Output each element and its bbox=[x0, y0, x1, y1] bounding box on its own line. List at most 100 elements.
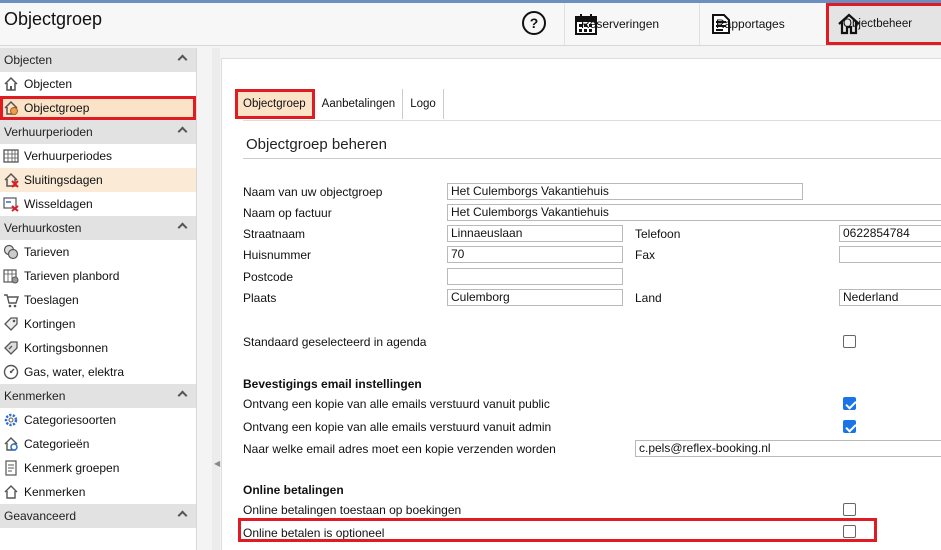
email-admin-label: Ontvang een kopie van alle emails verstu… bbox=[243, 420, 552, 434]
email-addr-label: Naar welke email adres moet een kopie ve… bbox=[243, 442, 556, 456]
sidebar-item-sluitingsdagen[interactable]: Sluitingsdagen bbox=[0, 168, 196, 192]
sidebar: Objecten Objecten Objectgroep Verhuurper… bbox=[0, 48, 197, 550]
sidebar-item-verhuurperiodes[interactable]: Verhuurperiodes bbox=[0, 144, 196, 168]
huisnummer-input[interactable]: 70 bbox=[447, 246, 623, 263]
sidebar-item-toeslagen[interactable]: Toeslagen bbox=[0, 288, 196, 312]
telefoon-label: Telefoon bbox=[635, 227, 681, 241]
house-globe-icon bbox=[4, 100, 18, 115]
document-icon bbox=[5, 460, 17, 476]
sidebar-item-label: Categorieën bbox=[24, 437, 90, 451]
standaard-label: Standaard geselecteerd in agenda bbox=[243, 335, 427, 349]
sidebar-item-label: Kenmerk groepen bbox=[24, 461, 120, 475]
chevron-up-icon bbox=[177, 126, 188, 137]
help-button[interactable]: ? bbox=[522, 11, 546, 35]
straat-input[interactable]: Linnaeuslaan bbox=[447, 225, 623, 242]
calendar-coins-icon bbox=[3, 269, 19, 284]
tab-logo[interactable]: Logo bbox=[403, 89, 444, 119]
fax-input[interactable] bbox=[839, 246, 941, 263]
sidebar-item-label: Verhuurperiodes bbox=[24, 149, 113, 163]
sidebar-item-tarieven[interactable]: Tarieven bbox=[0, 240, 196, 264]
email-addr-input[interactable]: c.pels@reflex-booking.nl bbox=[635, 440, 941, 457]
tab-objectgroep[interactable]: Objectgroep bbox=[235, 89, 315, 119]
sidebar-section-verhuurkosten[interactable]: Verhuurkosten bbox=[0, 216, 196, 240]
plaats-input[interactable]: Culemborg bbox=[447, 289, 623, 306]
factuur-input[interactable]: Het Culemborgs Vakantiehuis bbox=[447, 204, 941, 221]
chevron-up-icon bbox=[177, 390, 188, 401]
naam-input[interactable]: Het Culemborgs Vakantiehuis bbox=[447, 183, 803, 200]
email-public-checkbox[interactable] bbox=[843, 397, 856, 410]
sidebar-section-objecten[interactable]: Objecten bbox=[0, 48, 196, 72]
sidebar-item-objecten[interactable]: Objecten bbox=[0, 72, 196, 96]
nav-objectbeheer-label: Objectbeheer bbox=[843, 18, 913, 30]
postcode-label: Postcode bbox=[243, 270, 294, 284]
page-title: Objectgroep bbox=[4, 9, 103, 29]
sidebar-item-label: Tarieven bbox=[24, 245, 70, 259]
house-outline-icon bbox=[4, 485, 18, 499]
sidebar-item-label: Kenmerken bbox=[24, 485, 86, 499]
chevron-up-icon bbox=[177, 54, 188, 65]
coins-icon bbox=[3, 244, 19, 260]
section-label: Geavanceerd bbox=[4, 509, 77, 523]
standaard-checkbox[interactable] bbox=[843, 335, 856, 348]
telefoon-input[interactable]: 0622854784 bbox=[839, 225, 941, 242]
straat-label: Straatnaam bbox=[243, 227, 306, 241]
sidebar-item-label: Kortingsbonnen bbox=[24, 341, 109, 355]
house-gear-icon bbox=[4, 437, 18, 451]
section-label: Objecten bbox=[4, 53, 53, 67]
sidebar-item-kortingsbonnen[interactable]: Kortingsbonnen bbox=[0, 336, 196, 360]
sidebar-collapse-handle[interactable] bbox=[212, 48, 220, 550]
section-title: Objectgroep beheren bbox=[246, 136, 387, 153]
tab-aanbetalingen[interactable]: Aanbetalingen bbox=[315, 89, 404, 119]
email-admin-checkbox[interactable] bbox=[843, 420, 856, 433]
sidebar-item-label: Tarieven planbord bbox=[24, 269, 120, 283]
plaats-label: Plaats bbox=[243, 291, 277, 305]
land-select[interactable]: Nederland bbox=[839, 289, 941, 306]
house-closed-icon bbox=[4, 172, 19, 188]
sidebar-item-label: Objecten bbox=[24, 77, 73, 91]
sidebar-item-kenmerken[interactable]: Kenmerken bbox=[0, 480, 196, 504]
sidebar-item-categorieen[interactable]: Categorieën bbox=[0, 432, 196, 456]
section-divider bbox=[243, 158, 941, 159]
sidebar-section-verhuurperioden[interactable]: Verhuurperioden bbox=[0, 120, 196, 144]
sidebar-section-kenmerken[interactable]: Kenmerken bbox=[0, 384, 196, 408]
sidebar-item-objectgroep[interactable]: Objectgroep bbox=[0, 96, 196, 120]
chevron-up-icon bbox=[177, 222, 188, 233]
collapse-arrow-icon[interactable]: ◀ bbox=[214, 459, 220, 468]
naam-label: Naam van uw objectgroep bbox=[243, 185, 383, 199]
fax-label: Fax bbox=[635, 248, 656, 262]
sidebar-item-label: Wisseldagen bbox=[24, 197, 93, 211]
sidebar-item-categoriesoorten[interactable]: Categoriesoorten bbox=[0, 408, 196, 432]
highlight-box bbox=[238, 518, 877, 542]
tab-divider bbox=[243, 120, 941, 121]
tag-icon bbox=[4, 317, 18, 331]
email-public-label: Ontvang een kopie van alle emails verstu… bbox=[243, 397, 550, 411]
section-label: Verhuurperioden bbox=[4, 125, 93, 139]
meter-icon bbox=[3, 364, 19, 380]
sidebar-item-label: Sluitingsdagen bbox=[24, 173, 103, 187]
tab-bar: Objectgroep Aanbetalingen Logo bbox=[235, 89, 444, 119]
sidebar-item-gas-water-elektra[interactable]: Gas, water, elektra bbox=[0, 360, 196, 384]
house-icon bbox=[4, 76, 18, 91]
nav-rapportages-label: Rapportages bbox=[716, 17, 785, 31]
sidebar-item-tarieven-planbord[interactable]: Tarieven planbord bbox=[0, 264, 196, 288]
online-heading: Online betalingen bbox=[243, 483, 344, 497]
sidebar-item-label: Gas, water, elektra bbox=[24, 365, 125, 379]
calendar-grid-icon bbox=[3, 149, 19, 163]
online-toestaan-checkbox[interactable] bbox=[843, 503, 856, 516]
sidebar-item-kortingen[interactable]: Kortingen bbox=[0, 312, 196, 336]
online-toestaan-label: Online betalingen toestaan op boekingen bbox=[243, 503, 462, 517]
swap-icon bbox=[3, 197, 19, 212]
email-heading: Bevestigings email instellingen bbox=[243, 377, 422, 391]
sidebar-item-kenmerk-groepen[interactable]: Kenmerk groepen bbox=[0, 456, 196, 480]
nav-reserveringen-button[interactable]: Reserveringen bbox=[564, 3, 698, 45]
factuur-label: Naam op factuur bbox=[243, 206, 332, 220]
sidebar-item-label: Objectgroep bbox=[24, 101, 90, 115]
cart-icon bbox=[4, 294, 19, 308]
sidebar-item-wisseldagen[interactable]: Wisseldagen bbox=[0, 192, 196, 216]
nav-rapportages-button[interactable]: Rapportages bbox=[699, 3, 823, 45]
section-label: Verhuurkosten bbox=[4, 221, 82, 235]
nav-objectbeheer-button[interactable]: Objectbeheer bbox=[826, 3, 941, 45]
land-label: Land bbox=[635, 291, 662, 305]
sidebar-section-geavanceerd[interactable]: Geavanceerd bbox=[0, 504, 196, 528]
postcode-input[interactable] bbox=[447, 268, 623, 285]
